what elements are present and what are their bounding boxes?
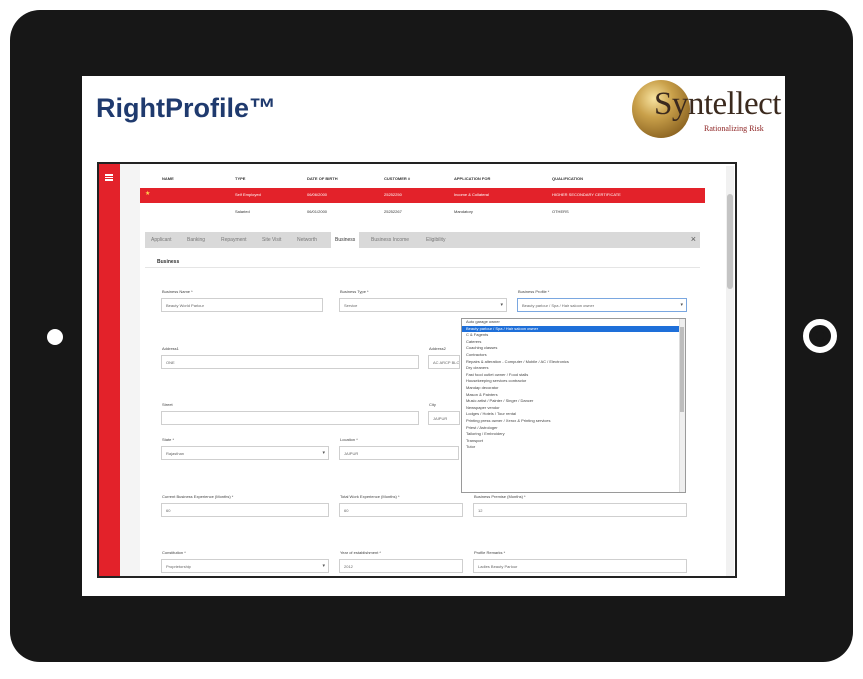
business-profile-label: Business Profile * — [518, 289, 550, 294]
tab-eligibility[interactable]: Eligibility — [426, 237, 445, 243]
location-label: Location * — [340, 437, 358, 442]
star-icon[interactable]: ★ — [145, 190, 150, 197]
dropdown-option[interactable]: Tailoring / Embroidery — [462, 431, 685, 438]
col-name: NAME — [162, 176, 174, 181]
business-type-select[interactable]: Service — [339, 298, 507, 312]
address1-field[interactable]: ONE — [161, 355, 419, 369]
tab-site-visit[interactable]: Site Visit — [262, 237, 281, 243]
star-column — [120, 164, 140, 576]
street-label: Street — [162, 402, 173, 407]
dropdown-option[interactable]: Coaching classes — [462, 345, 685, 352]
hamburger-icon[interactable] — [105, 174, 113, 181]
dropdown-option[interactable]: Newspaper vendor — [462, 405, 685, 412]
cell-type: Self Employed — [235, 192, 261, 197]
dropdown-option[interactable]: Tutor — [462, 444, 685, 451]
tab-business[interactable]: Business — [331, 232, 360, 248]
col-customer: CUSTOMER # — [384, 176, 411, 181]
cell-type: Salaried — [235, 209, 250, 214]
dropdown-option[interactable]: Fast food outlet owner / Food stalls — [462, 372, 685, 379]
dropdown-option[interactable]: Priest / Astrologer — [462, 425, 685, 432]
dropdown-scrollbar[interactable] — [679, 319, 685, 492]
tab-banking[interactable]: Banking — [187, 237, 205, 243]
dropdown-option[interactable]: Music artist / Painter / Singer / Dancer — [462, 398, 685, 405]
dropdown-scroll-thumb[interactable] — [680, 327, 684, 412]
cell-customer: 25252250 — [384, 192, 402, 197]
tab-networth[interactable]: Networth — [297, 237, 317, 243]
premise-field[interactable]: 12 — [473, 503, 687, 517]
redacted-name — [156, 191, 202, 200]
dropdown-option[interactable]: Mason & Painters — [462, 392, 685, 399]
dropdown-option[interactable]: Repairs & alteration - Computer / Mobile… — [462, 359, 685, 366]
business-name-label: Business Name * — [162, 289, 193, 294]
col-qualification: QUALIFICATION — [552, 176, 584, 181]
location-field[interactable]: JAIPUR — [339, 446, 459, 460]
table-row[interactable]: Salaried 06/01/2000 25252267 Mandatory O… — [140, 205, 705, 220]
dropdown-option[interactable]: Contractors — [462, 352, 685, 359]
year-est-field[interactable]: 2012 — [339, 559, 463, 573]
city-label: City — [429, 402, 436, 407]
total-exp-field[interactable]: 60 — [339, 503, 463, 517]
profile-remarks-field[interactable]: Ladies Beauty Parlour — [473, 559, 687, 573]
brand-title: RightProfile™ — [96, 93, 276, 123]
dropdown-option-selected[interactable]: Beauty parlour / Spa / Hair saloon owner — [462, 325, 685, 333]
cell-qualification: HIGHER SECONDARY CERTIFICATE — [552, 192, 621, 197]
dropdown-option[interactable]: Lodges / Hotels / Tour rental — [462, 411, 685, 418]
constitution-label: Constitution * — [162, 550, 186, 555]
tab-applicant[interactable]: Applicant — [151, 237, 172, 243]
business-profile-select[interactable]: Beauty parlour / Spa / Hair saloon owner — [517, 298, 687, 312]
dropdown-option[interactable]: Dry cleaners — [462, 365, 685, 372]
state-label: State * — [162, 437, 175, 442]
dropdown-option[interactable]: Mandap decorator — [462, 385, 685, 392]
cell-dob: 06/01/2000 — [307, 209, 328, 214]
col-type: TYPE — [235, 176, 246, 181]
section-title: Business — [157, 259, 180, 265]
page-scroll-thumb[interactable] — [727, 194, 733, 289]
state-select[interactable]: Rajasthan — [161, 446, 329, 460]
logo-tagline: Rationalizing Risk — [704, 124, 764, 133]
premise-label: Business Premise (Months) * — [474, 494, 526, 499]
dropdown-option[interactable]: Auto garage owner — [462, 319, 685, 326]
col-application: APPLICATION FOR — [454, 176, 491, 181]
dropdown-option[interactable]: Printing press owner / Xerox & Printing … — [462, 418, 685, 425]
col-dob: DATE OF BIRTH — [307, 176, 338, 181]
tab-bar: Applicant Banking Repayment Site Visit N… — [145, 232, 700, 248]
address2-field[interactable]: AC ARCP BLOCK — [428, 355, 460, 369]
home-button-icon[interactable] — [803, 319, 837, 353]
tab-repayment[interactable]: Repayment — [221, 237, 247, 243]
camera-icon — [47, 329, 63, 345]
logo-name: Syntellect — [654, 86, 781, 122]
street-field[interactable] — [161, 411, 419, 425]
sidebar — [99, 164, 120, 576]
cell-application: Income & Collateral — [454, 192, 489, 197]
dropdown-option[interactable]: Caterers — [462, 339, 685, 346]
address1-label: Address1 — [162, 346, 179, 351]
total-exp-label: Total Work Experience (Months) * — [340, 494, 400, 499]
current-exp-label: Current Business Experience (Months) * — [162, 494, 234, 499]
cell-qualification: OTHERS — [552, 209, 569, 214]
business-name-field[interactable]: Beauty World Parlour — [161, 298, 323, 312]
address2-label: Address2 — [429, 346, 446, 351]
close-icon[interactable]: × — [691, 234, 696, 244]
table-row[interactable]: ★ Self Employed 06/06/2000 25252250 Inco… — [140, 188, 705, 203]
constitution-select[interactable]: Proprietorship — [161, 559, 329, 573]
table-header: NAME TYPE DATE OF BIRTH CUSTOMER # APPLI… — [140, 172, 700, 186]
cell-application: Mandatory — [454, 209, 473, 214]
business-profile-dropdown[interactable]: Auto garage owner Beauty parlour / Spa /… — [461, 318, 686, 493]
tab-business-income[interactable]: Business Income — [371, 237, 409, 243]
dropdown-option[interactable]: Housekeeping services contractor — [462, 378, 685, 385]
dropdown-option[interactable]: C & Fagents — [462, 332, 685, 339]
business-type-label: Business Type * — [340, 289, 369, 294]
cell-customer: 25252267 — [384, 209, 402, 214]
city-field[interactable]: JAIPUR — [428, 411, 460, 425]
dropdown-option[interactable]: Transport — [462, 438, 685, 445]
section-divider — [145, 267, 700, 268]
current-exp-field[interactable]: 60 — [161, 503, 329, 517]
app-window: NAME TYPE DATE OF BIRTH CUSTOMER # APPLI… — [97, 162, 737, 578]
profile-remarks-label: Profile Remarks * — [474, 550, 506, 555]
cell-dob: 06/06/2000 — [307, 192, 328, 197]
year-est-label: Year of establishment * — [340, 550, 381, 555]
